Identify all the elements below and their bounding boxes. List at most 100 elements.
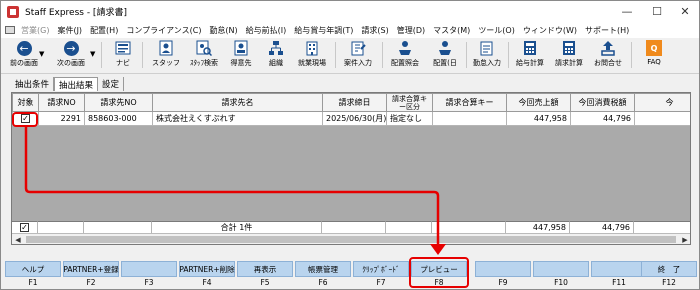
menu-attendance[interactable]: 勤怠(N) xyxy=(205,25,241,36)
contact-button[interactable]: お問合せ xyxy=(589,40,627,72)
cell-sales[interactable]: 447,958 xyxy=(506,111,571,126)
staff-label: スタッフ xyxy=(152,59,180,67)
f7-clipboard-button[interactable]: ｸﾘｯﾌﾟﾎﾞｰﾄﾞ xyxy=(353,261,409,277)
f6-report-manage-button[interactable]: 帳票管理 xyxy=(295,261,351,277)
client-icon xyxy=(234,40,248,56)
next-button[interactable]: → 次の画面 xyxy=(51,40,91,72)
col-header-key[interactable]: 請求合算キー xyxy=(432,93,507,112)
site-button[interactable]: 就業現場 xyxy=(293,40,331,72)
tab-settings[interactable]: 設定 xyxy=(98,77,125,91)
summary-checkbox[interactable]: ✓ xyxy=(20,223,29,232)
f10-button[interactable] xyxy=(533,261,589,277)
billing-calc-button[interactable]: 請求計算 xyxy=(550,40,588,72)
f2-partner-register-button[interactable]: PARTNER+登録 xyxy=(63,261,119,277)
menu-window[interactable]: ウィンドウ(W) xyxy=(519,25,581,36)
tab-extract-results[interactable]: 抽出結果 xyxy=(54,77,99,91)
table-row[interactable]: ✓ 2291 858603-000 株式会社えくすぷれす 2025/06/30(… xyxy=(12,111,690,126)
org-icon xyxy=(269,41,283,55)
header-row: 対象 請求NO 請求先NO 請求先名 請求締日 請求合算キー区分 請求合算キー … xyxy=(12,93,690,112)
staff-search-button[interactable]: ｽﾀｯﾌ検索 xyxy=(186,40,222,72)
f7-label: F7 xyxy=(376,278,386,287)
faq-button[interactable]: Q FAQ xyxy=(639,40,669,72)
col-header-target[interactable]: 対象 xyxy=(12,93,39,112)
assign-day-label: 配置(日 xyxy=(433,59,457,67)
f4-partner-delete-button[interactable]: PARTNER+削除 xyxy=(179,261,235,277)
scroll-left-icon[interactable]: ◀ xyxy=(12,234,24,244)
cell-key-type[interactable]: 指定なし xyxy=(386,111,433,126)
f11-button[interactable] xyxy=(591,261,647,277)
cell-billing-no[interactable]: 2291 xyxy=(38,111,85,126)
tab-bar: 抽出条件 抽出結果 設定 xyxy=(11,77,125,91)
close-button[interactable]: ✕ xyxy=(671,1,699,22)
client-button[interactable]: 得意先 xyxy=(226,40,256,72)
col-header-tax[interactable]: 今回消費税額 xyxy=(570,93,635,112)
back-dropdown-icon[interactable]: ▼ xyxy=(39,50,44,58)
assign-day-button[interactable]: 配置(日 xyxy=(426,40,464,72)
staff-button[interactable]: スタッフ xyxy=(149,40,183,72)
site-label: 就業現場 xyxy=(298,59,326,67)
assign-inquiry-button[interactable]: 配置照会 xyxy=(386,40,424,72)
building-icon xyxy=(306,41,318,56)
menu-billing[interactable]: 請求(S) xyxy=(357,25,392,36)
f12-exit-button[interactable]: 終 了 xyxy=(641,261,697,277)
menu-master[interactable]: マスタ(M) xyxy=(429,25,474,36)
cell-key[interactable] xyxy=(432,111,507,126)
tab-extract-conditions[interactable]: 抽出条件 xyxy=(11,77,55,91)
col-header-key-type[interactable]: 請求合算キー区分 xyxy=(386,93,433,112)
col-header-client-no[interactable]: 請求先NO xyxy=(84,93,153,112)
horizontal-scrollbar[interactable]: ◀ ▶ xyxy=(12,233,690,244)
f11-label: F11 xyxy=(612,278,626,287)
menu-payroll[interactable]: 給与賞与年調(T) xyxy=(290,25,357,36)
salary-calc-label: 給与計算 xyxy=(516,59,544,67)
col-header-close-date[interactable]: 請求締日 xyxy=(322,93,387,112)
cell-client-no[interactable]: 858603-000 xyxy=(84,111,153,126)
org-button[interactable]: 組織 xyxy=(261,40,291,72)
minimize-button[interactable]: — xyxy=(613,1,641,22)
app-logo-icon xyxy=(7,5,19,18)
scroll-thumb[interactable] xyxy=(26,236,676,243)
f5-refresh-button[interactable]: 再表示 xyxy=(237,261,293,277)
faq-icon: Q xyxy=(646,40,662,56)
col-header-sales[interactable]: 今回売上額 xyxy=(506,93,571,112)
job-entry-button[interactable]: 案件入力 xyxy=(339,40,377,72)
staff-search-label: ｽﾀｯﾌ検索 xyxy=(190,59,218,67)
col-header-billing-no[interactable]: 請求NO xyxy=(38,93,85,112)
menu-sales[interactable]: 営業(G) xyxy=(17,25,53,36)
col-header-more[interactable]: 今 xyxy=(634,93,690,112)
f9-button[interactable] xyxy=(475,261,531,277)
cell-more[interactable] xyxy=(634,111,690,126)
salary-calc-button[interactable]: 給与計算 xyxy=(511,40,549,72)
maximize-button[interactable]: ☐ xyxy=(643,1,671,22)
system-menu-icon[interactable] xyxy=(5,26,15,34)
cell-client-name[interactable]: 株式会社えくすぷれす xyxy=(152,111,323,126)
menu-jobs[interactable]: 案件(J) xyxy=(53,25,86,36)
back-label: 前の画面 xyxy=(10,59,38,67)
summary-sales: 447,958 xyxy=(506,221,570,233)
staff-search-icon xyxy=(196,40,212,56)
assign-inquiry-label: 配置照会 xyxy=(391,59,419,67)
menu-admin[interactable]: 管理(D) xyxy=(393,25,429,36)
client-label: 得意先 xyxy=(230,59,252,67)
menu-support[interactable]: サポート(H) xyxy=(581,25,633,36)
summary-tax: 44,796 xyxy=(570,221,634,233)
col-header-client-name[interactable]: 請求先名 xyxy=(152,93,323,112)
menu-compliance[interactable]: コンプライアンス(C) xyxy=(122,25,205,36)
attendance-icon xyxy=(480,41,493,56)
scroll-right-icon[interactable]: ▶ xyxy=(679,234,690,244)
menu-assign[interactable]: 配置(H) xyxy=(86,25,122,36)
menu-tools[interactable]: ツール(O) xyxy=(474,25,519,36)
f3-button[interactable] xyxy=(121,261,177,277)
menu-advance[interactable]: 給与前払(I) xyxy=(242,25,291,36)
arrow-right-icon: → xyxy=(63,40,79,56)
cell-tax[interactable]: 44,796 xyxy=(570,111,635,126)
navi-button[interactable]: ナビ xyxy=(108,40,138,72)
back-button[interactable]: ← 前の画面 xyxy=(5,40,43,72)
next-dropdown-icon[interactable]: ▼ xyxy=(90,50,95,58)
cell-close-date[interactable]: 2025/06/30(月) xyxy=(322,111,387,126)
f6-label: F6 xyxy=(318,278,328,287)
assign-inquiry-icon xyxy=(399,41,411,55)
summary-checkbox-cell[interactable]: ✓ xyxy=(12,221,38,233)
attendance-entry-button[interactable]: 勤怠入力 xyxy=(468,40,506,72)
contact-label: お問合せ xyxy=(594,59,622,67)
f1-help-button[interactable]: ヘルプ xyxy=(5,261,61,277)
